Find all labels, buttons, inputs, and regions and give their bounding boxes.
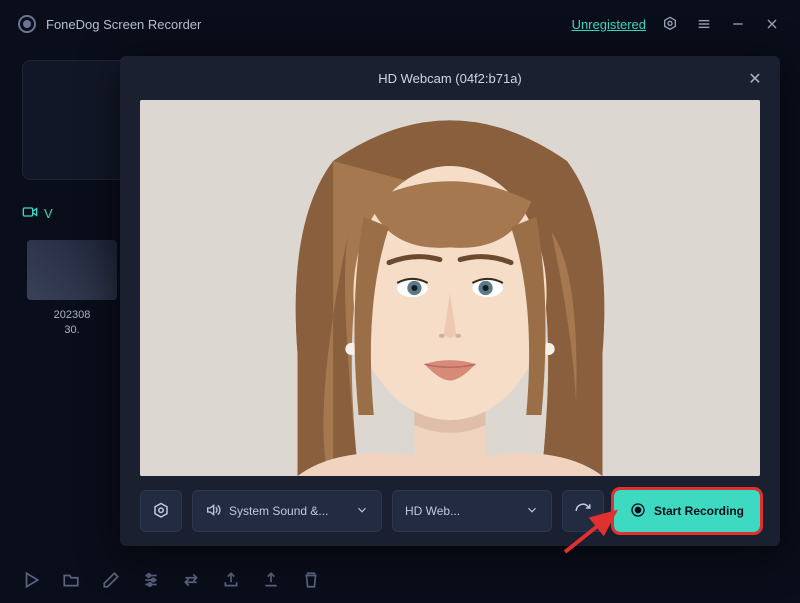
delete-icon[interactable] [302, 571, 320, 589]
unregistered-link[interactable]: Unregistered [572, 17, 646, 32]
bottom-toolbar [22, 571, 778, 589]
webcam-preview [140, 100, 760, 476]
minimize-icon[interactable] [728, 14, 748, 34]
record-icon [630, 502, 646, 521]
audio-source-dropdown[interactable]: System Sound &... [192, 490, 382, 532]
play-icon[interactable] [22, 571, 40, 589]
settings-button[interactable] [140, 490, 182, 532]
modal-title: HD Webcam (04f2:b71a) [378, 71, 522, 86]
chevron-down-icon [355, 503, 369, 520]
speaker-icon [205, 502, 221, 521]
edit-icon[interactable] [102, 571, 120, 589]
sub-tab-video[interactable]: V [22, 205, 53, 222]
app-title: FoneDog Screen Recorder [46, 17, 201, 32]
share-icon[interactable] [262, 571, 280, 589]
app-logo-wrap: FoneDog Screen Recorder [18, 15, 201, 33]
adjust-icon[interactable] [142, 571, 160, 589]
chevron-down-icon [525, 503, 539, 520]
video-camera-icon [22, 205, 38, 222]
convert-icon[interactable] [182, 571, 200, 589]
settings-hex-icon[interactable] [660, 14, 680, 34]
gallery-thumbnail [27, 240, 117, 300]
start-recording-button[interactable]: Start Recording [614, 490, 760, 532]
titlebar: FoneDog Screen Recorder Unregistered [0, 0, 800, 48]
gallery-item[interactable]: 20230830. [22, 240, 122, 339]
folder-icon[interactable] [62, 571, 80, 589]
menu-icon[interactable] [694, 14, 714, 34]
close-icon[interactable]: ✕ [746, 70, 764, 88]
camera-source-dropdown[interactable]: HD Web... [392, 490, 552, 532]
camera-source-label: HD Web... [405, 504, 460, 518]
close-window-icon[interactable] [762, 14, 782, 34]
app-logo-icon [18, 15, 36, 33]
refresh-button[interactable] [562, 490, 604, 532]
audio-source-label: System Sound &... [229, 504, 328, 518]
export-icon[interactable] [222, 571, 240, 589]
webcam-modal: HD Webcam (04f2:b71a) ✕ [120, 56, 780, 546]
start-recording-label: Start Recording [654, 504, 744, 518]
